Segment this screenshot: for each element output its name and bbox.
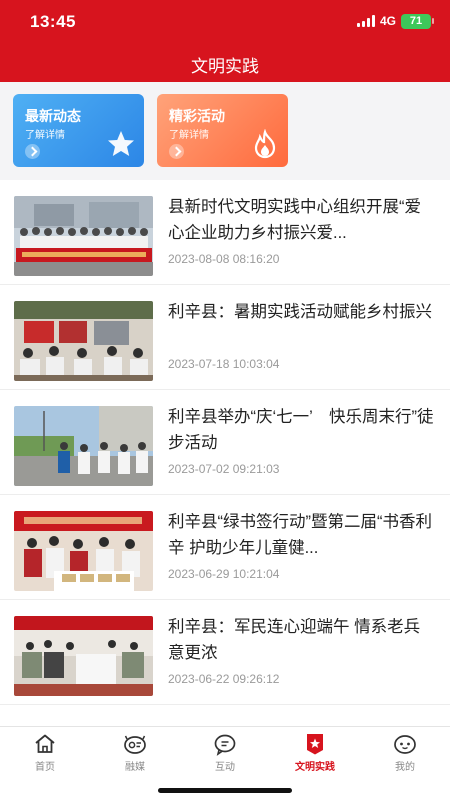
news-thumbnail [14, 301, 153, 381]
battery-icon: 71 [401, 14, 431, 29]
tab-label: 互动 [215, 762, 235, 773]
feature-cards: 最新动态 了解详情 精彩活动 了解详情 [0, 82, 450, 180]
news-thumbnail [14, 616, 153, 696]
news-thumbnail [14, 511, 153, 591]
news-item[interactable]: 利辛县：军民连心迎端午 情系老兵意更浓 2023-06-22 09:26:12 [0, 600, 450, 705]
arrow-right-icon [169, 144, 184, 159]
card-title: 精彩活动 [169, 108, 225, 124]
battery-level: 71 [409, 15, 423, 27]
signal-icon [357, 15, 375, 27]
tab-interact[interactable]: 互动 [180, 732, 270, 773]
network-type: 4G [380, 14, 397, 28]
news-date: 2023-06-29 10:21:04 [168, 567, 280, 581]
tab-media[interactable]: 融媒 [90, 732, 180, 773]
news-thumbnail [14, 406, 153, 486]
latest-news-card[interactable]: 最新动态 了解详情 [13, 94, 144, 167]
tab-home[interactable]: 首页 [0, 732, 90, 773]
tab-profile[interactable]: 我的 [360, 732, 450, 773]
news-item[interactable]: 利辛县“绿书签行动”暨第二届“书香利辛 护助少年儿童健... 2023-06-2… [0, 495, 450, 600]
app-header: 13:45 4G 71 文明实践 [0, 0, 450, 82]
card-subtitle: 了解详情 [169, 130, 209, 141]
tab-label: 我的 [395, 762, 415, 773]
chat-icon [214, 734, 236, 756]
star-badge-icon [307, 734, 323, 755]
arrow-right-icon [25, 144, 40, 159]
news-title: 利辛县举办“庆‘七一’ 快乐周末行”徒步活动 [168, 408, 434, 452]
news-title: 县新时代文明实践中心组织开展“爱心企业助力乡村振兴爱... [168, 198, 421, 242]
news-title: 利辛县“绿书签行动”暨第二届“书香利辛 护助少年儿童健... [168, 513, 432, 557]
status-time: 13:45 [30, 12, 76, 31]
news-date: 2023-06-22 09:26:12 [168, 672, 280, 686]
news-date: 2023-07-18 10:03:04 [168, 357, 280, 371]
tab-label: 首页 [35, 762, 55, 773]
tab-label: 融媒 [125, 762, 145, 773]
featured-activities-card[interactable]: 精彩活动 了解详情 [157, 94, 288, 167]
status-bar: 13:45 4G 71 [0, 0, 450, 44]
media-icon [124, 735, 146, 754]
news-title: 利辛县：军民连心迎端午 情系老兵意更浓 [168, 618, 421, 662]
tab-label: 文明实践 [295, 762, 335, 773]
page-title: 文明实践 [191, 57, 259, 76]
tab-civilization-practice[interactable]: 文明实践 [270, 732, 360, 773]
news-thumbnail [14, 196, 153, 276]
news-date: 2023-08-08 08:16:20 [168, 252, 280, 266]
news-item[interactable]: 利辛县举办“庆‘七一’ 快乐周末行”徒步活动 2023-07-02 09:21:… [0, 390, 450, 495]
news-item[interactable]: 利辛县：暑期实践活动赋能乡村振兴 2023-07-18 10:03:04 [0, 285, 450, 390]
flame-icon [254, 129, 276, 159]
news-item[interactable]: 县新时代文明实践中心组织开展“爱心企业助力乡村振兴爱... 2023-08-08… [0, 180, 450, 285]
news-title: 利辛县：暑期实践活动赋能乡村振兴 [168, 303, 432, 321]
home-icon [35, 734, 55, 753]
card-subtitle: 了解详情 [25, 130, 65, 141]
star-icon [108, 131, 134, 156]
news-date: 2023-07-02 09:21:03 [168, 462, 280, 476]
battery-tip [432, 18, 434, 24]
profile-icon [394, 735, 416, 754]
home-indicator[interactable] [158, 788, 292, 793]
card-title: 最新动态 [25, 108, 81, 124]
